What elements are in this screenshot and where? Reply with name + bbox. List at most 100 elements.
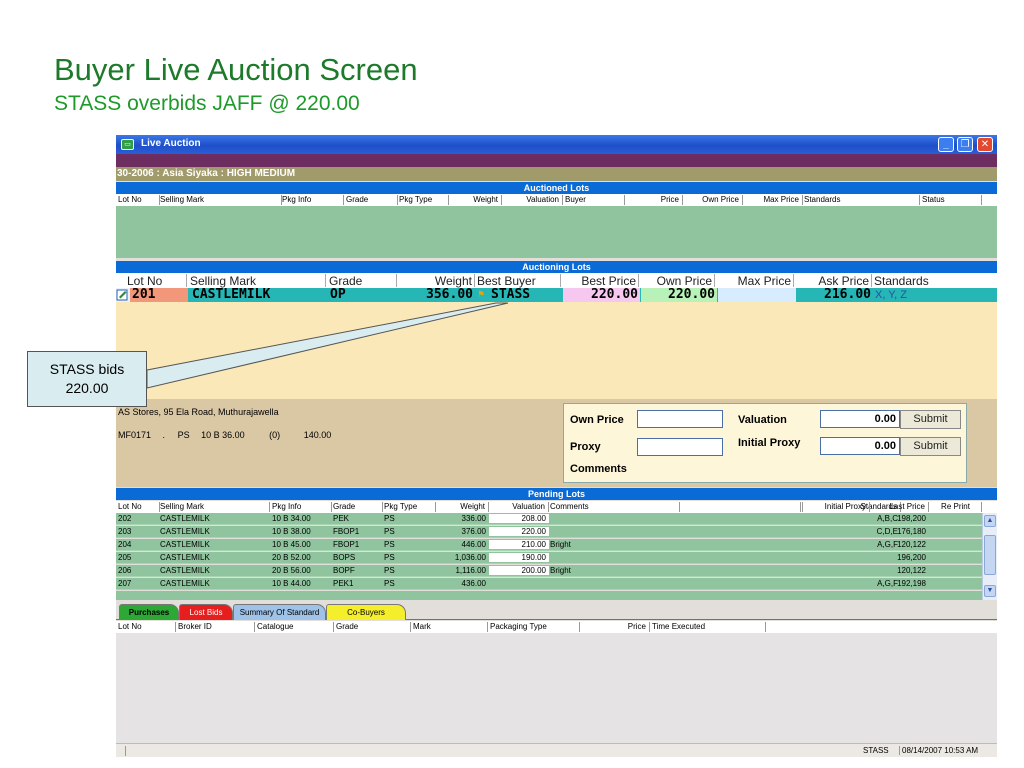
table-row[interactable]: 206 CASTLEMILK 20 B 56.00 BOPF PS 1,116.00 200… — [116, 565, 982, 577]
tab-summary-of-standard[interactable]: Summary Of Standard — [233, 604, 326, 620]
col-own-price[interactable]: Own Price — [641, 274, 715, 288]
window-titlebar[interactable]: ▭ Live Auction _ ❐ ✕ — [116, 135, 997, 154]
col-grade[interactable]: Grade — [346, 195, 398, 205]
grade: OP — [330, 287, 346, 302]
auctioning-lot-row[interactable]: 201 CASTLEMILK OP 356.00 ⚑ STASS 220.00 … — [116, 288, 997, 302]
menu-band — [116, 154, 997, 167]
scroll-up-icon[interactable]: ▲ — [984, 515, 996, 527]
col-grade[interactable]: Grade — [336, 622, 411, 632]
submit-proxy-button[interactable]: Submit — [900, 437, 961, 456]
col-standards[interactable]: Standards — [804, 195, 920, 205]
col-best-buyer[interactable]: Best Buyer — [477, 274, 561, 288]
col-weight[interactable]: Weight — [450, 195, 502, 205]
col-selling-mark[interactable]: Selling Mark — [190, 274, 326, 288]
status-datetime: 08/14/2007 10:53 AM — [899, 746, 978, 755]
auctioning-lots-columns: Lot No Selling Mark Grade Weight Best Bu… — [116, 273, 997, 288]
minimize-icon[interactable]: _ — [938, 137, 954, 152]
col-selling-mark[interactable]: Selling Mark — [160, 502, 270, 512]
cell-last: 120,122 — [897, 566, 926, 575]
mark-code: MF0171 — [118, 430, 152, 440]
cell-lot: 202 — [118, 514, 132, 523]
tab-lost-bids[interactable]: Lost Bids — [179, 604, 233, 620]
initial-proxy-label: Initial Proxy — [738, 437, 801, 449]
table-row[interactable]: 207 CASTLEMILK 10 B 44.00 PEK1 PS 436.00 A,G,F… — [116, 578, 982, 590]
cell-weight: 376.00 — [461, 527, 486, 536]
col-max-price[interactable]: Max Price — [743, 195, 803, 205]
restore-icon[interactable]: ❐ — [957, 137, 973, 152]
auctioned-lots-columns: Lot No Selling Mark Pkg Info Grade Pkg T… — [116, 194, 997, 206]
table-row[interactable]: 204 CASTLEMILK 10 B 45.00 FBOP1 PS 446.00 210.… — [116, 539, 982, 551]
col-best-price[interactable]: Best Price — [563, 274, 639, 288]
cell-pkg: 10 B 45.00 — [272, 540, 311, 549]
col-valuation[interactable]: Valuation — [502, 195, 563, 205]
own-price-label: Own Price — [570, 414, 624, 426]
col-buyer[interactable]: Buyer — [565, 195, 625, 205]
col-lot-no[interactable]: Lot No — [118, 195, 160, 205]
table-row[interactable]: 205 CASTLEMILK 20 B 52.00 BOPS PS 1,036.00 190… — [116, 552, 982, 564]
col-re-print[interactable]: Re Print — [930, 502, 982, 512]
auctioning-lots-grid — [116, 302, 997, 399]
col-last-price[interactable]: Last Price — [871, 502, 929, 512]
cell-grade: PEK — [333, 514, 350, 523]
close-icon[interactable]: ✕ — [977, 137, 993, 152]
col-standards[interactable]: Standards — [874, 274, 994, 288]
col-comments[interactable]: Comments — [550, 502, 680, 512]
edit-icon[interactable] — [116, 288, 130, 302]
bid-form: Own Price Valuation 0.00 Submit Proxy In… — [563, 403, 967, 483]
cell-lot: 204 — [118, 540, 132, 549]
col-pkg-type[interactable]: Pkg Type — [384, 502, 436, 512]
cell-lot: 207 — [118, 579, 132, 588]
cell-grade: FBOP1 — [333, 540, 360, 549]
max-price[interactable] — [718, 288, 796, 302]
col-own-price[interactable]: Own Price — [683, 195, 743, 205]
weight: 356.00 — [426, 287, 473, 302]
cell-valuation: 200.00 — [489, 566, 549, 575]
valuation: 140.00 — [303, 430, 332, 440]
col-max-price[interactable]: Max Price — [717, 274, 794, 288]
col-selling-mark[interactable]: Selling Mark — [160, 195, 282, 205]
col-lot-no[interactable]: Lot No — [127, 274, 187, 288]
col-catalogue[interactable]: Catalogue — [257, 622, 334, 632]
cell-pkg: 10 B 34.00 — [272, 514, 311, 523]
cell-weight: 1,116.00 — [455, 566, 486, 575]
col-price[interactable]: Price — [625, 195, 683, 205]
cell-mark: CASTLEMILK — [160, 579, 210, 588]
valuation-input[interactable]: 0.00 — [820, 410, 900, 428]
table-row[interactable]: 202 CASTLEMILK 10 B 34.00 PEK PS 336.00 208.00… — [116, 513, 982, 525]
col-time-executed[interactable]: Time Executed — [652, 622, 766, 632]
ask-price: 216.00 — [824, 287, 871, 302]
status-user: STASS — [863, 746, 889, 755]
cell-mark: CASTLEMILK — [160, 553, 210, 562]
col-lot-no[interactable]: Lot No — [118, 622, 176, 632]
col-valuation[interactable]: Valuation — [489, 502, 549, 512]
pending-lots-scrollbar[interactable]: ▲ ▼ — [982, 513, 997, 600]
col-mark[interactable]: Mark — [413, 622, 488, 632]
initial-proxy-input[interactable]: 0.00 — [820, 437, 900, 455]
col-ask-price[interactable]: Ask Price — [796, 274, 872, 288]
tab-purchases[interactable]: Purchases — [119, 604, 179, 620]
submit-valuation-button[interactable]: Submit — [900, 410, 961, 429]
col-initial-proxy[interactable]: Initial Proxy — [803, 502, 870, 512]
col-grade[interactable]: Grade — [333, 502, 383, 512]
col-pkg-type[interactable]: Pkg Type — [399, 195, 449, 205]
own-price-input[interactable] — [637, 410, 723, 428]
cell-type: PS — [384, 566, 395, 575]
col-price[interactable]: Price — [582, 622, 650, 632]
table-row[interactable]: 203 CASTLEMILK 10 B 38.00 FBOP1 PS 376.00 220.… — [116, 526, 982, 538]
col-grade[interactable]: Grade — [329, 274, 397, 288]
col-weight[interactable]: Weight — [399, 274, 475, 288]
col-lot-no[interactable]: Lot No — [118, 502, 160, 512]
scroll-thumb[interactable] — [984, 535, 996, 575]
col-packaging-type[interactable]: Packaging Type — [490, 622, 580, 632]
auctioning-lots-header: Auctioning Lots — [116, 261, 997, 273]
col-broker-id[interactable]: Broker ID — [178, 622, 255, 632]
col-weight[interactable]: Weight — [437, 502, 489, 512]
proxy-input[interactable] — [637, 438, 723, 456]
col-pkg-info[interactable]: Pkg Info — [272, 502, 332, 512]
scroll-down-icon[interactable]: ▼ — [984, 585, 996, 597]
own-price: 220.00 — [641, 288, 717, 302]
cell-pkg: 10 B 38.00 — [272, 527, 311, 536]
col-pkg-info[interactable]: Pkg Info — [282, 195, 344, 205]
tab-co-buyers[interactable]: Co-Buyers — [326, 604, 406, 620]
col-status[interactable]: Status — [922, 195, 982, 205]
